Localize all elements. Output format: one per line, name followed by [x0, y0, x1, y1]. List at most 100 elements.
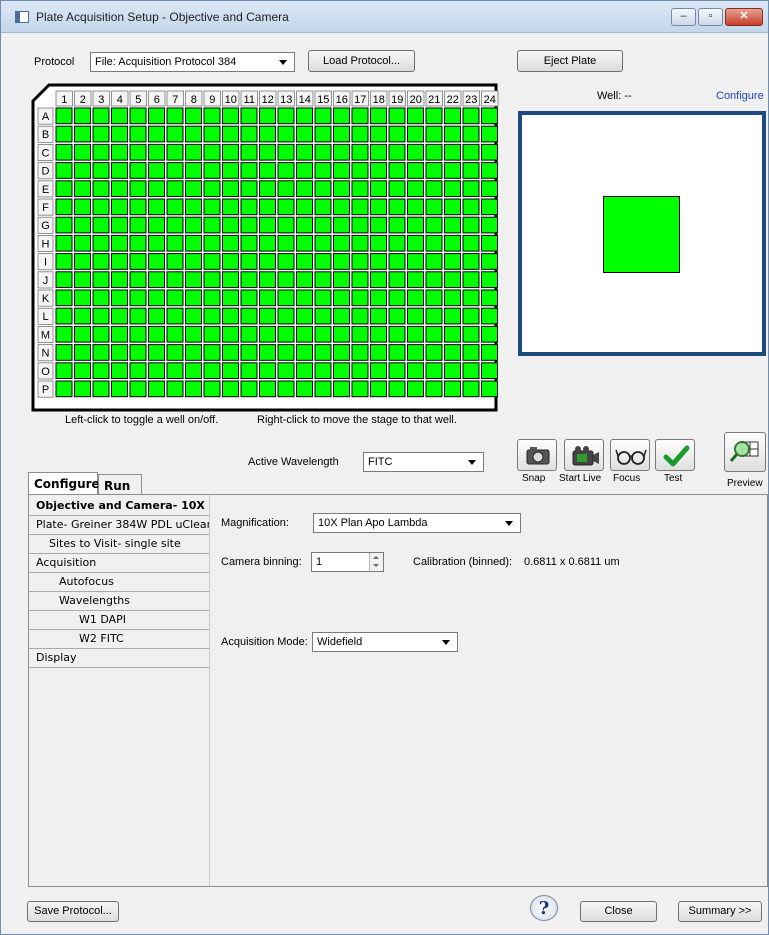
well-O15[interactable] — [314, 362, 332, 379]
summary-button[interactable]: Summary >> — [678, 901, 762, 922]
well-D21[interactable] — [425, 162, 443, 179]
minimize-button[interactable]: – — [671, 8, 696, 26]
nav-item-w1-dapi[interactable]: W1 DAPI — [29, 611, 209, 630]
nav-item-wavelengths[interactable]: Wavelengths — [29, 592, 209, 611]
well-A7[interactable] — [166, 107, 184, 125]
row-header-J[interactable]: J — [37, 271, 54, 289]
row-header-P[interactable]: P — [37, 380, 54, 398]
well-B18[interactable] — [370, 125, 387, 143]
well-K22[interactable] — [444, 289, 461, 307]
well-P8[interactable] — [185, 380, 202, 398]
well-P2[interactable] — [74, 380, 91, 398]
well-B13[interactable] — [277, 125, 295, 143]
well-P1[interactable] — [55, 380, 73, 398]
well-H1[interactable] — [55, 234, 73, 252]
well-H17[interactable] — [351, 234, 369, 252]
well-O14[interactable] — [296, 362, 313, 379]
well-H10[interactable] — [222, 234, 239, 252]
well-I6[interactable] — [148, 253, 165, 270]
column-header-11[interactable]: 11 — [240, 90, 258, 107]
well-H18[interactable] — [370, 234, 387, 252]
well-I13[interactable] — [277, 253, 295, 270]
well-G6[interactable] — [148, 216, 165, 234]
well-M7[interactable] — [166, 325, 184, 343]
well-C11[interactable] — [240, 143, 258, 161]
well-G4[interactable] — [111, 216, 128, 234]
well-P9[interactable] — [203, 380, 221, 398]
well-E22[interactable] — [444, 180, 461, 198]
well-O8[interactable] — [185, 362, 202, 379]
well-E14[interactable] — [296, 180, 313, 198]
row-header-O[interactable]: O — [37, 362, 54, 380]
well-H24[interactable] — [481, 234, 498, 252]
well-F8[interactable] — [185, 198, 202, 216]
well-N11[interactable] — [240, 344, 258, 361]
wavelength-select[interactable]: FITC — [363, 452, 484, 472]
well-G1[interactable] — [55, 216, 73, 234]
well-D10[interactable] — [222, 162, 239, 179]
well-M3[interactable] — [92, 325, 110, 343]
column-header-12[interactable]: 12 — [259, 90, 277, 107]
well-A5[interactable] — [129, 107, 147, 125]
well-I22[interactable] — [444, 253, 461, 270]
well-N15[interactable] — [314, 344, 332, 361]
well-J6[interactable] — [148, 271, 165, 289]
well-L14[interactable] — [296, 307, 313, 325]
well-E5[interactable] — [129, 180, 147, 198]
well-P10[interactable] — [222, 380, 239, 398]
column-header-15[interactable]: 15 — [314, 90, 332, 107]
well-A22[interactable] — [444, 107, 461, 125]
well-B4[interactable] — [111, 125, 128, 143]
magnification-select[interactable]: 10X Plan Apo Lambda — [313, 513, 521, 533]
well-K19[interactable] — [388, 289, 406, 307]
well-L10[interactable] — [222, 307, 239, 325]
well-K18[interactable] — [370, 289, 387, 307]
well-J24[interactable] — [481, 271, 498, 289]
well-M20[interactable] — [407, 325, 424, 343]
well-J20[interactable] — [407, 271, 424, 289]
nav-item-acquisition[interactable]: Acquisition — [29, 554, 209, 573]
well-F6[interactable] — [148, 198, 165, 216]
well-I2[interactable] — [74, 253, 91, 270]
row-header-A[interactable]: A — [37, 107, 54, 125]
well-P12[interactable] — [259, 380, 276, 398]
well-E4[interactable] — [111, 180, 128, 198]
well-K13[interactable] — [277, 289, 295, 307]
well-I9[interactable] — [203, 253, 221, 270]
well-L17[interactable] — [351, 307, 369, 325]
well-F2[interactable] — [74, 198, 91, 216]
tab-configure[interactable]: Configure — [28, 472, 100, 496]
well-D19[interactable] — [388, 162, 406, 179]
well-G19[interactable] — [388, 216, 406, 234]
well-J4[interactable] — [111, 271, 128, 289]
configure-link[interactable]: Configure — [716, 90, 764, 102]
well-B21[interactable] — [425, 125, 443, 143]
well-I1[interactable] — [55, 253, 73, 270]
well-I3[interactable] — [92, 253, 110, 270]
row-header-L[interactable]: L — [37, 307, 54, 325]
snap-button[interactable] — [517, 439, 557, 471]
well-P17[interactable] — [351, 380, 369, 398]
well-G10[interactable] — [222, 216, 239, 234]
well-N3[interactable] — [92, 344, 110, 361]
well-L9[interactable] — [203, 307, 221, 325]
column-header-1[interactable]: 1 — [55, 90, 73, 107]
nav-item-autofocus[interactable]: Autofocus — [29, 573, 209, 592]
well-D9[interactable] — [203, 162, 221, 179]
well-M12[interactable] — [259, 325, 276, 343]
well-K15[interactable] — [314, 289, 332, 307]
well-M14[interactable] — [296, 325, 313, 343]
well-M2[interactable] — [74, 325, 91, 343]
well-C12[interactable] — [259, 143, 276, 161]
row-header-K[interactable]: K — [37, 289, 54, 307]
help-icon[interactable]: ? — [530, 895, 558, 921]
well-C3[interactable] — [92, 143, 110, 161]
well-A20[interactable] — [407, 107, 424, 125]
well-A16[interactable] — [333, 107, 350, 125]
well-O4[interactable] — [111, 362, 128, 379]
well-B1[interactable] — [55, 125, 73, 143]
well-J7[interactable] — [166, 271, 184, 289]
well-I21[interactable] — [425, 253, 443, 270]
well-J19[interactable] — [388, 271, 406, 289]
acquisition-mode-select[interactable]: Widefield — [312, 632, 458, 652]
